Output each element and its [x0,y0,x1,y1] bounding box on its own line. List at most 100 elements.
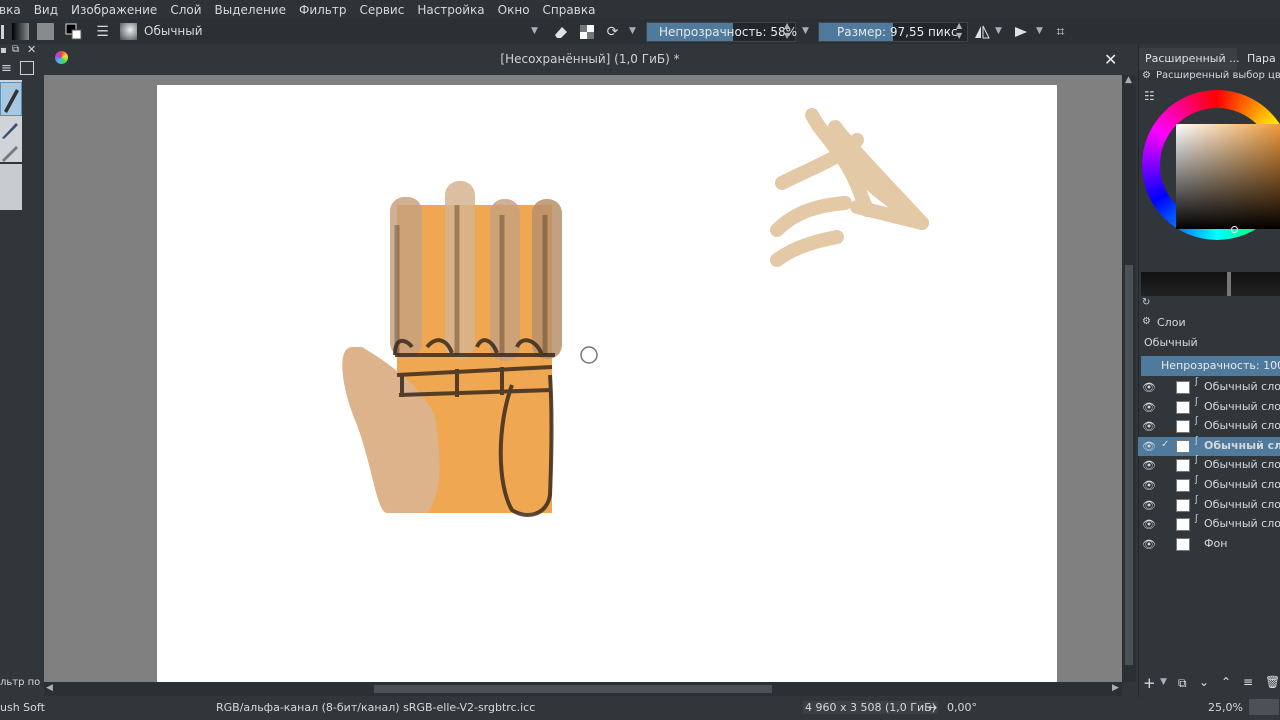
opacity-slider[interactable]: Непрозрачность: 58% [646,22,797,42]
spin-up-icon[interactable]: ▲ [784,21,790,30]
drawing [342,108,929,517]
layer-properties-icon[interactable]: ≡ [1243,675,1253,689]
visibility-eye-icon[interactable]: 👁 [1142,479,1156,492]
scroll-left-icon[interactable]: ◀ [46,683,53,693]
brush-cursor [580,346,598,364]
image-size-info[interactable]: 4 960 x 3 508 (1,0 ГиБ) [803,701,938,714]
visibility-eye-icon[interactable]: 👁 [1142,420,1156,433]
layer-row[interactable]: 👁 Фон [1138,535,1280,554]
menu-item-layer[interactable]: Слой [164,3,208,17]
rotate-icon[interactable]: ↔ [928,701,937,714]
blend-mode-select[interactable]: Обычный [141,22,543,41]
visibility-eye-icon[interactable]: 👁 [1142,401,1156,414]
tab-advanced-color[interactable]: Расширенный ... [1139,48,1240,70]
status-bar: ush Soft RGB/альфа-канал (8-бит/канал) s… [0,697,1280,720]
layer-blend-mode[interactable]: Обычный [1144,336,1198,349]
menu-item-help[interactable]: Справка [537,3,603,17]
layer-row[interactable]: 👁 ʃ Обычный слой 1 [1138,514,1280,534]
pattern-icon[interactable] [36,22,55,41]
sketch-strokes [770,108,929,267]
size-slider[interactable]: Размер: 97,55 пикс. [818,22,968,42]
color-history-strip[interactable] [1141,272,1280,296]
gradient-icon[interactable] [11,22,30,41]
move-layer-down-icon[interactable]: ⌄ [1199,675,1209,689]
visibility-eye-icon[interactable]: 👁 [1142,440,1156,453]
menu-item-window[interactable]: Окно [492,3,537,17]
menu-item-settings[interactable]: Настройка [411,3,491,17]
menu-item-tools[interactable]: Сервис [353,3,411,17]
pen-tool-icon[interactable] [0,120,22,140]
spin-up-icon[interactable]: ▲ [956,21,962,30]
tool-strip-lower [0,164,22,210]
close-document-icon[interactable]: ✕ [1104,50,1117,69]
layer-row[interactable]: 👁 ʃ Обычный слой 2 [1138,495,1280,515]
visibility-eye-icon[interactable]: 👁 [1142,381,1156,394]
mirror-vertical-icon[interactable] [1011,22,1030,41]
horizontal-scroll-thumb[interactable] [374,685,772,693]
add-layer-icon[interactable]: + [1143,674,1156,692]
close-icon[interactable]: ✕ [27,43,36,56]
visibility-eye-icon[interactable]: 👁 [1142,459,1156,472]
hamburger-icon[interactable]: ≡ [1,61,12,76]
refresh-icon[interactable]: ↻ [1142,297,1150,308]
tab-params[interactable]: Пара [1241,48,1280,70]
menu-item-select[interactable]: Выделение [209,3,293,17]
rotation-value[interactable]: 0,00° [947,701,977,714]
menu-item-image[interactable]: Изображение [65,3,164,17]
horizontal-scrollbar[interactable]: ◀ ▶ [44,682,1122,696]
layer-row[interactable]: 👁 ✓ ʃ Обычный сло... [1138,435,1280,456]
layer-thumbnail [1176,459,1190,473]
color-settings-icon[interactable]: ☷ [1144,89,1155,103]
menu-item-view[interactable]: Вид [28,3,65,17]
alpha-lock-icon[interactable] [577,22,596,41]
float-panel-icon[interactable]: ⧉ [12,44,19,55]
eraser-icon[interactable] [551,22,570,41]
layer-clip-icon: ʃ [1195,435,1199,446]
menu-item-filter[interactable]: Фильтр [293,3,353,17]
layer-row[interactable]: 👁 ʃ Обычный слой 6 [1138,455,1280,475]
menu-item-edit[interactable]: вка [0,3,28,17]
brush-settings-icon[interactable]: ☰ [93,22,112,41]
chevron-down-icon[interactable]: ▼ [802,26,809,36]
pencil-tool-icon[interactable] [0,144,22,162]
layer-name: Обычный слой 4 [1204,399,1280,413]
visibility-eye-icon[interactable]: 👁 [1142,518,1156,531]
color-picker-handle[interactable] [1231,226,1238,233]
fg-bg-color-icon[interactable] [64,22,83,41]
toolbox-panel: ▪ ⧉ ✕ ≡ льтр по [0,43,42,688]
spin-down-icon[interactable]: ▼ [784,31,790,40]
layer-row[interactable]: 👁 ʃ Обычный слой 8 [1138,416,1280,436]
chevron-down-icon[interactable]: ▼ [995,26,1002,36]
mirror-horizontal-icon[interactable] [972,22,991,41]
spin-down-icon[interactable]: ▼ [956,31,962,40]
saturation-value-square[interactable] [1176,124,1280,229]
duplicate-layer-icon[interactable]: ⧉ [1178,676,1187,691]
panel-dock-icon[interactable]: ⚙ [1142,70,1151,81]
selected-brush-tool-icon[interactable] [0,82,22,116]
vertical-scrollbar[interactable]: ▲ [1122,75,1136,682]
tool-options-icon[interactable] [20,61,34,75]
delete-layer-icon[interactable]: 🗑 [1265,675,1280,689]
brush-name[interactable]: ush Soft [0,701,45,714]
crop-icon[interactable]: ⌗ [1051,22,1070,41]
layer-clip-icon: ʃ [1195,455,1199,466]
brush-preset-icon[interactable] [119,22,138,41]
color-selector-title: Расширенный выбор цвета [1156,70,1280,81]
move-layer-up-icon[interactable]: ⌃ [1221,675,1231,689]
scroll-right-icon[interactable]: ▶ [1112,683,1119,693]
layer-row[interactable]: 👁 ʃ Обычный слой 4 [1138,397,1280,417]
zoom-slider[interactable] [1249,699,1279,715]
layer-name: Обычный слой 5 [1204,478,1280,491]
visibility-eye-icon[interactable]: 👁 [1142,499,1156,512]
layer-opacity-slider[interactable]: Непрозрачность: 100% [1141,356,1280,376]
canvas-page[interactable] [157,85,1057,682]
vertical-scroll-thumb[interactable] [1125,265,1133,665]
zoom-value[interactable]: 25,0% [1208,701,1243,714]
chevron-down-icon[interactable]: ▼ [1036,26,1043,36]
layer-row[interactable]: 👁 ʃ Обычный слой 5 [1138,475,1280,495]
visibility-eye-icon[interactable]: 👁 [1142,538,1156,551]
layer-row[interactable]: 👁 ʃ Обычный слой 3 [1138,377,1280,397]
reload-preset-icon[interactable]: ⟳ [603,22,622,41]
chevron-down-icon[interactable]: ▼ [1160,677,1167,687]
scroll-up-icon[interactable]: ▲ [1125,75,1132,85]
